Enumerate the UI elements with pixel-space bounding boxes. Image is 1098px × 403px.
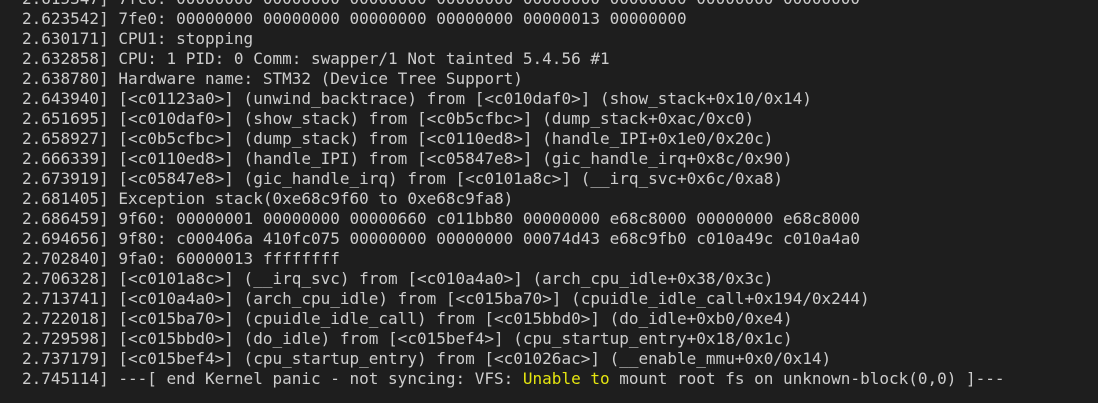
log-line: 2.694656] 9f80: c000406a 410fc075 000000… bbox=[22, 229, 861, 248]
highlighted-word: Unable bbox=[522, 369, 581, 388]
log-line: 2.702840] 9fa0: 60000013 ffffffff bbox=[22, 249, 340, 268]
panic-text-space bbox=[581, 369, 591, 388]
log-line: 2.651695] [<c010daf0>] (show_stack) from… bbox=[22, 109, 755, 128]
log-line: 2.686459] 9f60: 00000001 00000000 000006… bbox=[22, 209, 861, 228]
terminal-window[interactable]: 2.615347] 7fc0: 00000000 00000000 000000… bbox=[0, 0, 1098, 403]
log-line: 2.673919] [<c05847e8>] (gic_handle_irq) … bbox=[22, 169, 783, 188]
log-line: 2.658927] [<c0b5cfbc>] (dump_stack) from… bbox=[22, 129, 774, 148]
log-line: 2.681405] Exception stack(0xe68c9f60 to … bbox=[22, 189, 514, 208]
panic-text-suffix: mount root fs on unknown-block(0,0) ]--- bbox=[609, 369, 1005, 388]
log-line: 2.630171] CPU1: stopping bbox=[22, 29, 254, 48]
highlighted-word: to bbox=[590, 369, 610, 388]
log-line: 2.713741] [<c010a4a0>] (arch_cpu_idle) f… bbox=[22, 289, 870, 308]
log-line: 2.729598] [<c015bbd0>] (do_idle) from [<… bbox=[22, 329, 793, 348]
log-line: 2.643940] [<c01123a0>] (unwind_backtrace… bbox=[22, 89, 812, 108]
log-line: 2.737179] [<c015bef4>] (cpu_startup_entr… bbox=[22, 349, 832, 368]
panic-text-prefix: 2.745114] ---[ end Kernel panic - not sy… bbox=[22, 369, 523, 388]
log-line: 2.615347] 7fc0: 00000000 00000000 000000… bbox=[22, 0, 1005, 9]
log-line: 2.623542] 7fe0: 00000000 00000000 000000… bbox=[22, 9, 687, 28]
log-line: 2.706328] [<c0101a8c>] (__irq_svc) from … bbox=[22, 269, 774, 288]
log-line: 2.666339] [<c0110ed8>] (handle_IPI) from… bbox=[22, 149, 793, 168]
kernel-panic-line: 2.745114] ---[ end Kernel panic - not sy… bbox=[22, 369, 1005, 389]
log-line: 2.722018] [<c015ba70>] (cpuidle_idle_cal… bbox=[22, 309, 793, 328]
log-line: 2.638780] Hardware name: STM32 (Device T… bbox=[22, 69, 523, 88]
kernel-log-output: 2.615347] 7fc0: 00000000 00000000 000000… bbox=[22, 0, 1005, 389]
log-line: 2.632858] CPU: 1 PID: 0 Comm: swapper/1 … bbox=[22, 49, 610, 68]
